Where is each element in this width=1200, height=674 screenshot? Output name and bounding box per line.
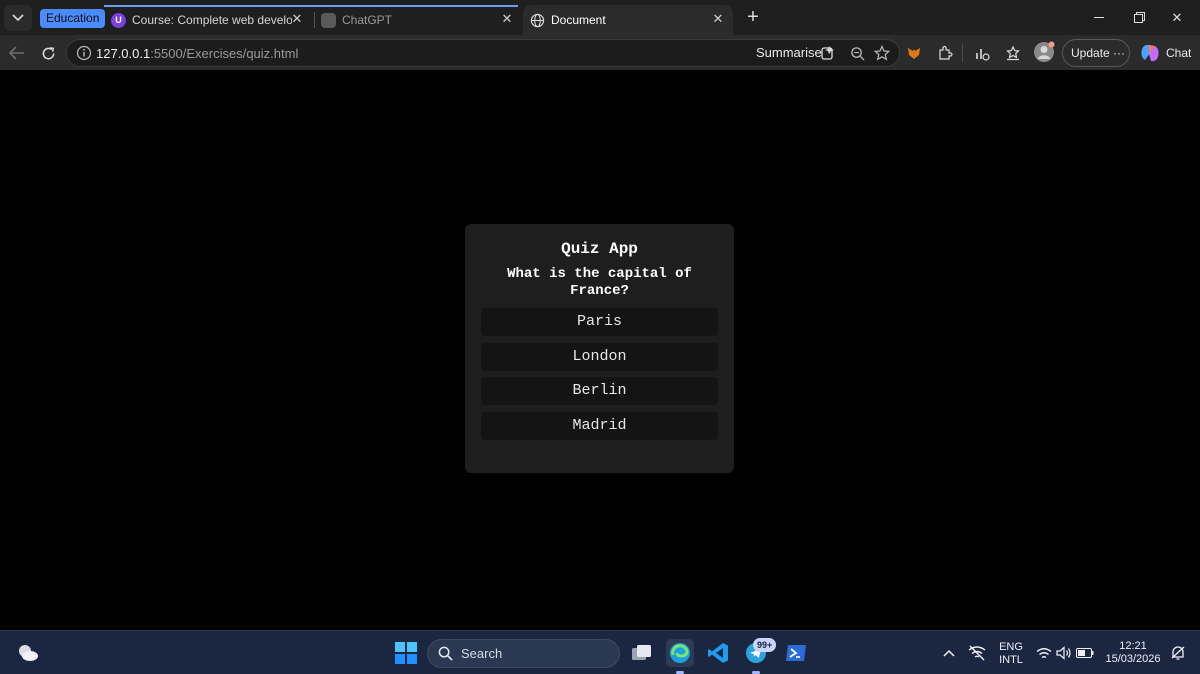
reload-button[interactable] xyxy=(36,41,60,65)
edge-app[interactable] xyxy=(666,639,694,667)
minimize-icon xyxy=(1094,16,1104,18)
answer-button-madrid[interactable]: Madrid xyxy=(481,412,718,440)
tab-group-label[interactable]: Education xyxy=(40,9,106,28)
new-tab-button[interactable]: + xyxy=(740,6,766,30)
extensions-icon[interactable] xyxy=(933,41,957,65)
tab-title: Course: Complete web developme xyxy=(132,13,292,27)
close-window-button[interactable]: ✕ xyxy=(1154,0,1200,35)
close-icon: ✕ xyxy=(1171,9,1183,25)
chatgpt-icon xyxy=(321,12,336,28)
no-internet-icon xyxy=(968,645,986,661)
network-tray-icon[interactable] xyxy=(963,639,991,667)
wifi-icon xyxy=(1036,647,1052,658)
more-icon: ··· xyxy=(1113,46,1126,60)
start-button[interactable] xyxy=(392,639,420,667)
close-icon[interactable]: ✕ xyxy=(288,10,306,28)
search-label: Search xyxy=(461,646,503,661)
task-view-icon xyxy=(632,645,651,660)
avatar[interactable] xyxy=(1032,40,1056,64)
keyboard-layout: INTL xyxy=(999,654,1023,666)
chevron-up-icon xyxy=(943,649,955,657)
clock-time: 12:21 xyxy=(1119,640,1147,652)
tab-course[interactable]: U Course: Complete web developme ✕ xyxy=(104,5,312,35)
language-indicator[interactable]: ENG INTL xyxy=(996,641,1026,667)
zoom-icon[interactable] xyxy=(845,41,869,65)
tab-title: ChatGPT xyxy=(342,13,393,27)
reload-icon xyxy=(42,46,54,59)
summarise-icon[interactable] xyxy=(816,41,840,65)
quiz-question: What is the capital of France? xyxy=(507,266,692,299)
search-icon xyxy=(438,646,453,661)
back-button[interactable] xyxy=(5,41,29,65)
tab-title: Document xyxy=(551,13,606,27)
clock[interactable]: 12:21 15/03/2026 xyxy=(1104,640,1162,666)
metamask-extension-icon[interactable] xyxy=(902,41,926,65)
close-icon[interactable]: ✕ xyxy=(498,10,516,28)
course-icon: U xyxy=(111,12,126,28)
summarise-button[interactable]: Summarise xyxy=(756,45,822,60)
terminal-app[interactable] xyxy=(782,639,810,667)
show-hidden-icons-button[interactable] xyxy=(935,639,963,667)
notifications-button[interactable] xyxy=(1164,639,1192,667)
taskbar-search[interactable]: Search xyxy=(427,639,620,668)
clock-date: 15/03/2026 xyxy=(1105,653,1161,665)
volume-icon xyxy=(1056,646,1071,660)
copilot-icon xyxy=(1141,44,1159,62)
notification-bell-icon xyxy=(1171,646,1185,660)
answer-button-paris[interactable]: Paris xyxy=(481,308,718,336)
answer-button-berlin[interactable]: Berlin xyxy=(481,377,718,405)
tab-chatgpt[interactable]: ChatGPT ✕ xyxy=(316,5,522,35)
globe-icon xyxy=(530,13,545,28)
restore-icon xyxy=(1133,12,1145,23)
vscode-icon xyxy=(708,643,728,663)
collections-icon[interactable] xyxy=(1001,41,1025,65)
answer-button-london[interactable]: London xyxy=(481,343,718,371)
toolbar-divider xyxy=(962,44,963,62)
tab-document[interactable]: Document ✕ xyxy=(523,5,733,35)
quiz-title: Quiz App xyxy=(561,240,638,258)
vscode-app[interactable] xyxy=(704,639,732,667)
task-view-button[interactable] xyxy=(628,639,656,667)
chat-label: Chat xyxy=(1166,46,1192,60)
arrow-left-icon xyxy=(9,46,24,60)
update-button[interactable]: Update ··· xyxy=(1062,39,1130,67)
page-viewport: Quiz App What is the capital of France? … xyxy=(4,70,1197,628)
tab-actions-button[interactable] xyxy=(4,5,32,31)
weather-widget[interactable] xyxy=(14,639,42,667)
battery-icon xyxy=(1076,648,1094,658)
taskbar: Search 99+ ENG INTL 12:21 15/03/2026 xyxy=(0,630,1200,674)
performance-icon[interactable] xyxy=(970,41,994,65)
close-icon[interactable]: ✕ xyxy=(709,10,727,28)
info-icon[interactable] xyxy=(76,45,92,61)
quick-settings-button[interactable] xyxy=(1030,639,1100,667)
notification-badge: 99+ xyxy=(753,638,777,652)
tab-divider xyxy=(314,12,315,28)
url-text: 127.0.0.1:5500/Exercises/quiz.html xyxy=(96,46,299,61)
favorite-star-icon[interactable] xyxy=(870,41,894,65)
tab-strip: Education U Course: Complete web develop… xyxy=(0,0,1200,35)
edge-icon xyxy=(670,643,690,663)
windows-logo-icon xyxy=(395,642,417,664)
weather-cloud-icon xyxy=(19,645,38,661)
chevron-down-icon xyxy=(12,14,24,22)
language-code: ENG xyxy=(999,641,1023,653)
update-label: Update xyxy=(1071,46,1110,60)
powershell-icon xyxy=(786,645,806,661)
copilot-chat-button[interactable]: Chat xyxy=(1139,40,1191,66)
quiz-card: Quiz App What is the capital of France? … xyxy=(465,224,734,473)
